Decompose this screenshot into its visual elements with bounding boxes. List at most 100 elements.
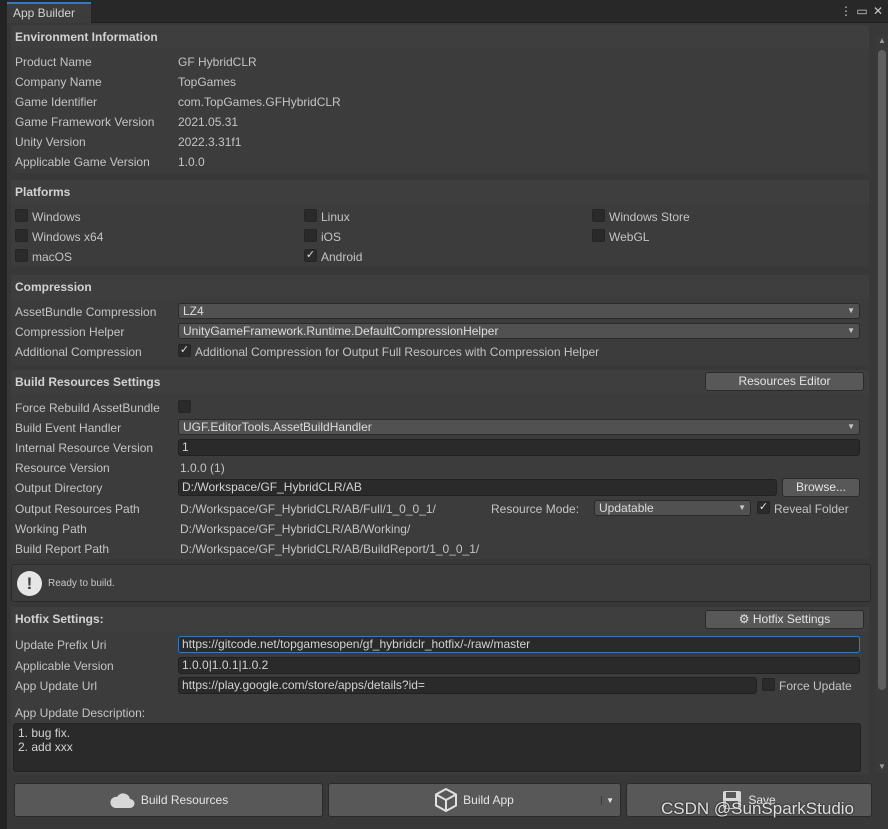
windows-x64-label: Windows x64 <box>32 230 104 244</box>
unity-version-label: Unity Version <box>15 135 86 149</box>
vertical-scrollbar[interactable]: ▲ ▼ <box>876 35 888 773</box>
applicable-version-input[interactable]: 1.0.0|1.0.1|1.0.2 <box>178 657 860 674</box>
scroll-up-icon[interactable]: ▲ <box>876 35 888 47</box>
app-update-url-input[interactable]: https://play.google.com/store/apps/detai… <box>178 677 757 694</box>
force-rebuild-checkbox[interactable] <box>178 400 191 413</box>
cloud-icon <box>110 793 135 808</box>
windows-store-label: Windows Store <box>609 210 690 224</box>
applicable-game-version-value: 1.0.0 <box>178 155 205 169</box>
output-directory-label: Output Directory <box>15 481 103 495</box>
check-icon: ✓ <box>758 501 769 513</box>
windows-label: Windows <box>32 210 81 224</box>
window-controls: ⋮ ▭ ✕ <box>840 4 884 18</box>
assetbundle-compression-label: AssetBundle Compression <box>15 305 157 319</box>
app-update-description-textarea[interactable]: 1. bug fix. 2. add xxx <box>13 723 861 772</box>
build-event-handler-dropdown[interactable]: UGF.EditorTools.AssetBuildHandler ▼ <box>178 419 860 435</box>
linux-checkbox[interactable] <box>304 209 317 222</box>
windows-checkbox[interactable] <box>15 209 28 222</box>
description-line: 1. bug fix. <box>18 726 71 740</box>
ios-checkbox[interactable] <box>304 229 317 242</box>
framework-version-value: 2021.05.31 <box>178 115 239 129</box>
webgl-checkbox[interactable] <box>592 229 605 242</box>
environment-header: Environment Information <box>11 25 869 49</box>
macos-checkbox[interactable] <box>15 249 28 262</box>
reveal-folder-label: Reveal Folder <box>774 502 849 516</box>
maximize-icon[interactable]: ▭ <box>856 4 868 18</box>
build-event-handler-value: UGF.EditorTools.AssetBuildHandler <box>183 420 372 434</box>
compression-helper-label: Compression Helper <box>15 325 125 339</box>
compression-helper-value: UnityGameFramework.Runtime.DefaultCompre… <box>183 324 499 338</box>
applicable-game-version-label: Applicable Game Version <box>15 155 150 169</box>
resource-mode-label: Resource Mode: <box>491 502 580 516</box>
resource-mode-value: Updatable <box>599 501 654 515</box>
check-icon: ✓ <box>179 344 190 356</box>
chevron-down-icon: ▼ <box>738 503 746 512</box>
check-icon: ✓ <box>305 249 316 261</box>
ios-label: iOS <box>321 230 342 244</box>
update-prefix-uri-label: Update Prefix Uri <box>15 638 107 652</box>
reveal-folder-checkbox[interactable]: ✓ <box>757 501 770 514</box>
status-helpbox: ! Ready to build. <box>11 564 871 602</box>
company-name-value: TopGames <box>178 75 237 89</box>
output-resources-path-value: D:/Workspace/GF_HybridCLR/AB/Full/1_0_0_… <box>180 502 436 516</box>
csdn-watermark: CSDN @SunSparkStudio <box>661 799 855 818</box>
game-identifier-value: com.TopGames.GFHybridCLR <box>178 95 341 109</box>
hotfix-settings-button[interactable]: ⚙ Hotfix Settings <box>705 610 864 629</box>
platforms-panel: Windows Linux Windows Store Windows x64 … <box>11 204 869 267</box>
webgl-label: WebGL <box>609 230 650 244</box>
android-checkbox[interactable]: ✓ <box>304 249 317 262</box>
resource-version-value: 1.0.0 (1) <box>180 461 225 475</box>
resources-editor-button[interactable]: Resources Editor <box>705 372 864 391</box>
chevron-down-icon[interactable]: ▼ <box>601 796 614 805</box>
force-update-label: Force Update <box>779 679 852 693</box>
build-resources-panel: Force Rebuild AssetBundle Build Event Ha… <box>11 394 869 559</box>
left-dock-strip <box>0 0 7 829</box>
company-name-label: Company Name <box>15 75 102 89</box>
build-resources-label: Build Resources <box>140 793 229 807</box>
chevron-down-icon: ▼ <box>847 326 855 335</box>
compression-helper-dropdown[interactable]: UnityGameFramework.Runtime.DefaultCompre… <box>178 323 860 339</box>
applicable-version-label: Applicable Version <box>15 659 114 673</box>
kebab-icon[interactable]: ⋮ <box>840 4 852 18</box>
additional-compression-label: Additional Compression <box>15 345 142 359</box>
scroll-down-icon[interactable]: ▼ <box>876 761 888 773</box>
browse-button[interactable]: Browse... <box>782 478 860 497</box>
windows-x64-checkbox[interactable] <box>15 229 28 242</box>
game-identifier-label: Game Identifier <box>15 95 98 109</box>
output-directory-input[interactable]: D:/Workspace/GF_HybridCLR/AB <box>178 479 777 496</box>
resource-mode-dropdown[interactable]: Updatable ▼ <box>594 500 751 516</box>
additional-compression-checkbox[interactable]: ✓ <box>178 344 191 357</box>
info-icon: ! <box>17 571 42 596</box>
product-name-value: GF HybridCLR <box>178 55 257 69</box>
build-report-path-value: D:/Workspace/GF_HybridCLR/AB/BuildReport… <box>180 542 480 556</box>
tab-bar: App Builder ⋮ ▭ ✕ <box>7 0 888 23</box>
internal-resource-version-input[interactable]: 1 <box>178 439 860 456</box>
build-report-path-label: Build Report Path <box>15 542 110 556</box>
update-prefix-uri-input[interactable]: https://gitcode.net/topgamesopen/gf_hybr… <box>178 636 860 653</box>
build-app-label: Build App <box>463 793 514 807</box>
framework-version-label: Game Framework Version <box>15 115 155 129</box>
unity-version-value: 2022.3.31f1 <box>178 135 242 149</box>
force-update-checkbox[interactable] <box>762 678 775 691</box>
build-app-button[interactable]: Build App ▼ <box>328 783 621 817</box>
app-update-url-label: App Update Url <box>15 679 98 693</box>
environment-panel: Product Name GF HybridCLR Company Name T… <box>11 49 869 173</box>
assetbundle-compression-value: LZ4 <box>183 304 204 318</box>
gear-icon: ⚙ <box>738 612 750 626</box>
additional-compression-text: Additional Compression for Output Full R… <box>195 345 600 359</box>
close-icon[interactable]: ✕ <box>872 4 884 18</box>
unity-cube-icon <box>435 788 458 812</box>
assetbundle-compression-dropdown[interactable]: LZ4 ▼ <box>178 303 860 319</box>
scroll-thumb[interactable] <box>878 50 886 690</box>
product-name-label: Product Name <box>15 55 92 69</box>
compression-header: Compression <box>11 275 869 299</box>
linux-label: Linux <box>321 210 350 224</box>
hotfix-panel: Update Prefix Uri https://gitcode.net/to… <box>11 631 869 774</box>
description-line: 2. add xxx <box>18 740 73 754</box>
windows-store-checkbox[interactable] <box>592 209 605 222</box>
chevron-down-icon: ▼ <box>847 306 855 315</box>
build-resources-button[interactable]: Build Resources <box>14 783 323 817</box>
working-path-label: Working Path <box>15 522 87 536</box>
macos-label: macOS <box>32 250 73 264</box>
tab-app-builder[interactable]: App Builder <box>7 2 91 23</box>
